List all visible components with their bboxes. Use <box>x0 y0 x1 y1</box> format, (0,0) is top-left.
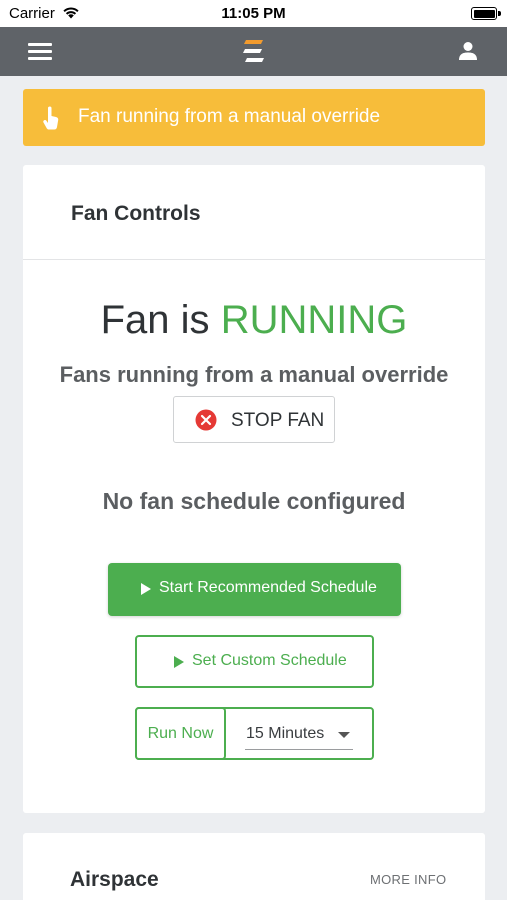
duration-select[interactable]: 15 Minutes <box>245 720 353 750</box>
recommended-label: Start Recommended Schedule <box>159 579 377 596</box>
duration-value: 15 Minutes <box>246 725 325 742</box>
fan-controls-card: Fan Controls Fan is RUNNING Fans running… <box>23 165 485 813</box>
custom-label: Set Custom Schedule <box>192 652 347 669</box>
hand-pointer-icon <box>43 106 59 130</box>
no-schedule-text: No fan schedule configured <box>102 488 406 514</box>
start-recommended-schedule-button[interactable]: Start Recommended Schedule <box>108 563 401 616</box>
battery-cap <box>498 11 501 16</box>
fan-status-state: RUNNING <box>220 298 408 342</box>
manual-override-alert: Fan running from a manual override <box>23 89 485 146</box>
alert-text: Fan running from a manual override <box>78 106 381 127</box>
user-icon[interactable] <box>458 41 478 61</box>
stop-fan-button[interactable]: STOP FAN <box>173 396 335 443</box>
play-icon <box>141 583 151 595</box>
nav-bar <box>0 27 507 76</box>
hamburger-menu-icon[interactable] <box>28 43 52 61</box>
airspace-title: Airspace <box>70 868 159 891</box>
status-bar: Carrier 11:05 PM <box>0 0 507 27</box>
airspace-card: Airspace MORE INFO <box>23 833 485 900</box>
more-info-link[interactable]: MORE INFO <box>370 872 446 887</box>
fan-status-subtitle: Fans running from a manual override <box>59 362 449 387</box>
set-custom-schedule-button[interactable]: Set Custom Schedule <box>135 635 374 688</box>
brand-logo-icon[interactable] <box>241 38 267 65</box>
stop-fan-label: STOP FAN <box>231 410 325 431</box>
run-now-button[interactable]: Run Now <box>135 707 226 760</box>
run-now-group: Run Now 15 Minutes <box>135 707 374 760</box>
clock: 11:05 PM <box>221 5 286 22</box>
battery-icon <box>471 7 497 20</box>
play-icon <box>174 656 184 668</box>
close-circle-icon <box>195 409 217 431</box>
chevron-down-icon <box>338 732 350 738</box>
card-title: Fan Controls <box>71 202 201 225</box>
fan-status-prefix: Fan is <box>100 298 210 342</box>
fan-status-heading: Fan is RUNNING <box>23 298 485 343</box>
